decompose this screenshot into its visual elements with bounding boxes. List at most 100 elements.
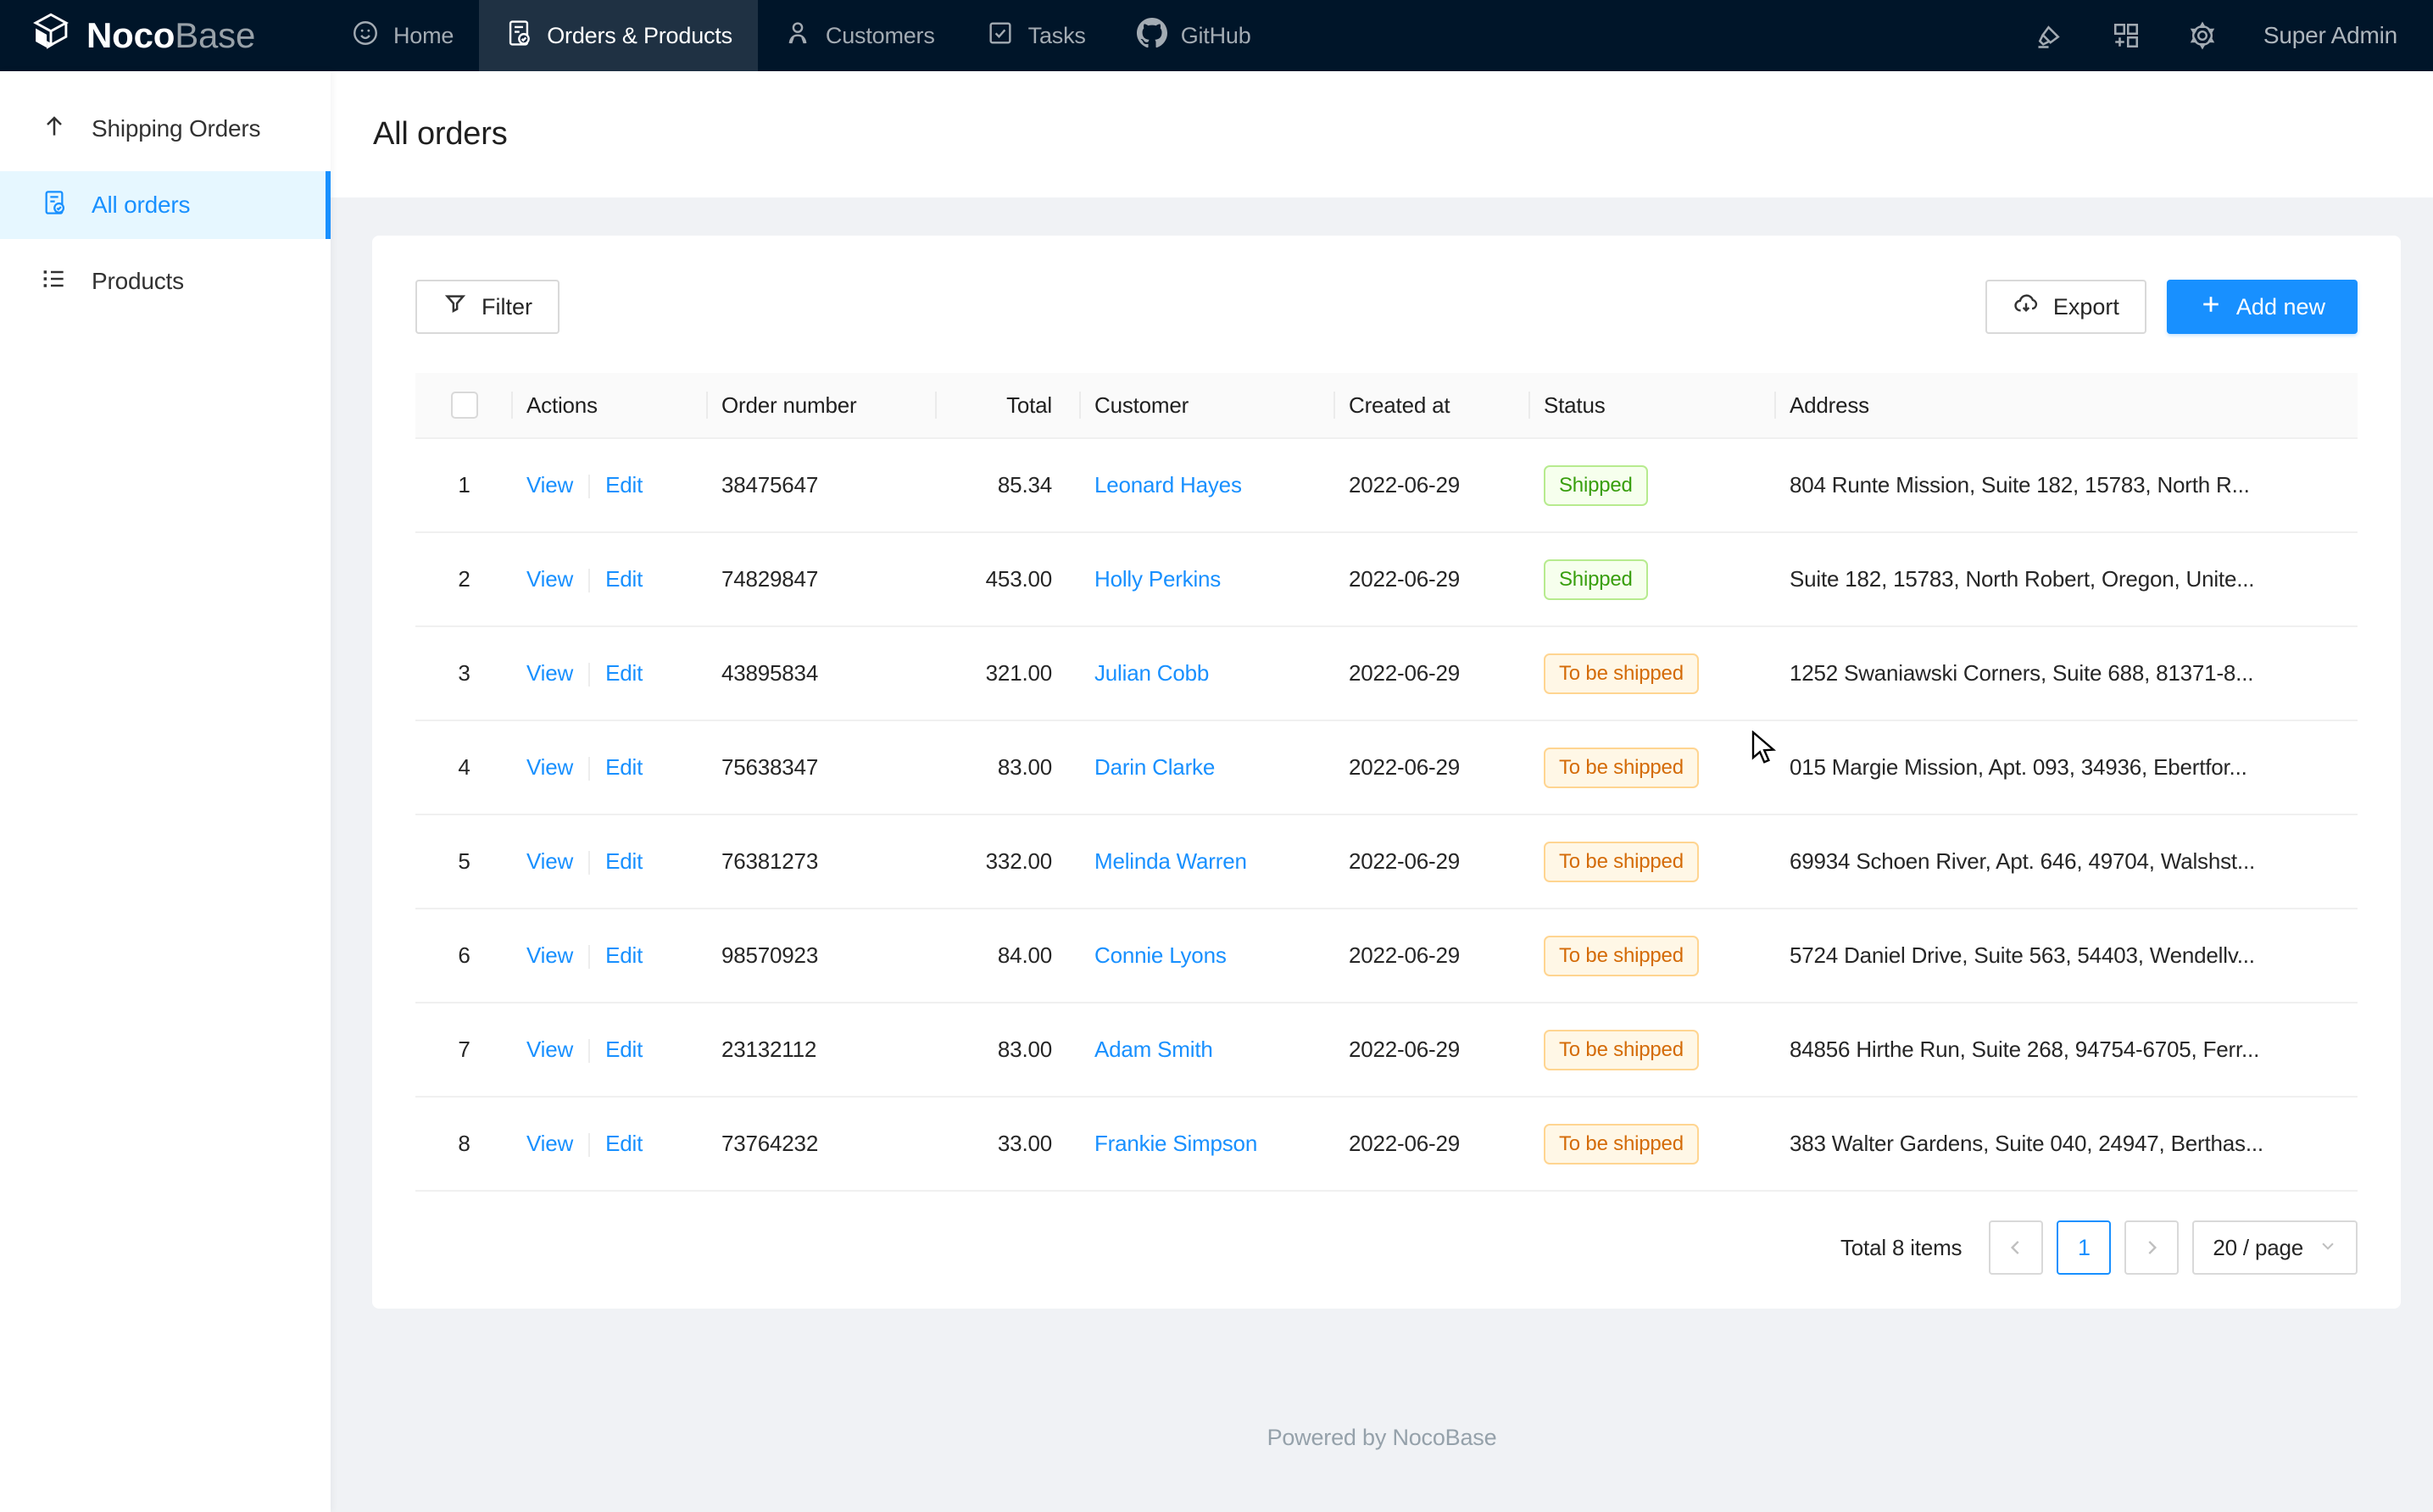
view-link[interactable]: View xyxy=(526,660,573,686)
chevron-down-icon xyxy=(2319,1235,2337,1261)
filter-button[interactable]: Filter xyxy=(415,280,560,334)
view-link[interactable]: View xyxy=(526,472,573,498)
highlighter-icon[interactable] xyxy=(2035,20,2065,51)
page-size-select[interactable]: 20 / page xyxy=(2192,1220,2358,1275)
column-header-address: Address xyxy=(1776,373,2358,437)
nav-tab-label: Home xyxy=(393,23,454,49)
table-row: 2 View Edit 74829847 453.00 Holly Perkins… xyxy=(415,533,2358,627)
row-index: 6 xyxy=(415,942,513,969)
nocobase-logo[interactable]: NocoBase xyxy=(0,0,326,71)
edit-link[interactable]: Edit xyxy=(605,660,643,686)
user-icon xyxy=(783,19,812,53)
edit-link[interactable]: Edit xyxy=(605,754,643,780)
table-header: Actions Order number Total Customer Crea… xyxy=(415,373,2358,439)
cloud-download-icon xyxy=(2013,291,2040,324)
settings-icon[interactable] xyxy=(2187,20,2218,51)
select-all-checkbox[interactable] xyxy=(451,392,478,419)
nav-tab-home[interactable]: Home xyxy=(326,0,479,71)
order-number: 75638347 xyxy=(708,754,937,781)
powered-by: Powered by NocoBase xyxy=(331,1425,2433,1451)
edit-link[interactable]: Edit xyxy=(605,942,643,968)
nav-tab-customers[interactable]: Customers xyxy=(758,0,960,71)
address: 1252 Swaniawski Corners, Suite 688, 8137… xyxy=(1776,660,2358,687)
status-badge: To be shipped xyxy=(1544,748,1699,788)
edit-link[interactable]: Edit xyxy=(605,472,643,498)
divider xyxy=(588,1039,590,1063)
edit-link[interactable]: Edit xyxy=(605,1131,643,1156)
user-menu[interactable]: Super Admin xyxy=(2263,22,2397,49)
customer-link[interactable]: Darin Clarke xyxy=(1094,754,1215,780)
nav-tab-github[interactable]: GitHub xyxy=(1111,0,1277,71)
customer-link[interactable]: Adam Smith xyxy=(1094,1037,1213,1062)
nav-tab-orders-products[interactable]: Orders & Products xyxy=(479,0,758,71)
edit-link[interactable]: Edit xyxy=(605,1037,643,1062)
created-at: 2022-06-29 xyxy=(1335,1037,1530,1063)
sidebar-item-products[interactable]: Products xyxy=(0,247,331,315)
customer-link[interactable]: Leonard Hayes xyxy=(1094,472,1242,498)
status-badge: To be shipped xyxy=(1544,1030,1699,1070)
nocobase-cube-icon xyxy=(29,12,73,60)
view-link[interactable]: View xyxy=(526,1131,573,1156)
pagination-total: Total 8 items xyxy=(1840,1235,1962,1261)
pagination-next-button[interactable] xyxy=(2124,1220,2179,1275)
row-index: 1 xyxy=(415,472,513,498)
row-index: 2 xyxy=(415,566,513,592)
order-total: 84.00 xyxy=(937,942,1081,969)
status-badge: Shipped xyxy=(1544,559,1648,600)
divider xyxy=(588,569,590,592)
view-link[interactable]: View xyxy=(526,942,573,968)
list-icon xyxy=(41,265,68,298)
order-number: 76381273 xyxy=(708,848,937,875)
table-row: 1 ViewEdit 38475647 85.34 Leonard Hayes … xyxy=(415,439,2358,533)
nav-tab-tasks[interactable]: Tasks xyxy=(960,0,1111,71)
status-badge: Shipped xyxy=(1544,465,1648,506)
order-total: 332.00 xyxy=(937,848,1081,875)
order-total: 85.34 xyxy=(937,472,1081,498)
view-link[interactable]: View xyxy=(526,566,573,592)
top-nav: NocoBase Home xyxy=(0,0,2433,71)
appstore-add-icon[interactable] xyxy=(2111,20,2141,51)
divider xyxy=(588,851,590,875)
divider xyxy=(588,1133,590,1157)
pagination-prev-button[interactable] xyxy=(1989,1220,2043,1275)
created-at: 2022-06-29 xyxy=(1335,754,1530,781)
created-at: 2022-06-29 xyxy=(1335,566,1530,592)
row-index: 8 xyxy=(415,1131,513,1157)
nav-tab-label: Tasks xyxy=(1028,23,1086,49)
divider xyxy=(588,663,590,687)
sidebar-item-shipping-orders[interactable]: Shipping Orders xyxy=(0,95,331,163)
customer-link[interactable]: Holly Perkins xyxy=(1094,566,1221,592)
customer-link[interactable]: Melinda Warren xyxy=(1094,848,1247,874)
add-new-button[interactable]: Add new xyxy=(2167,280,2358,334)
row-index: 3 xyxy=(415,660,513,687)
divider xyxy=(588,945,590,969)
status-badge: To be shipped xyxy=(1544,936,1699,976)
customer-link[interactable]: Julian Cobb xyxy=(1094,660,1209,686)
sidebar-item-all-orders[interactable]: All orders xyxy=(0,171,331,239)
customer-link[interactable]: Connie Lyons xyxy=(1094,942,1227,968)
table-row: 4 ViewEdit 75638347 83.00 Darin Clarke 2… xyxy=(415,721,2358,815)
status-badge: To be shipped xyxy=(1544,842,1699,882)
view-link[interactable]: View xyxy=(526,1037,573,1062)
file-check-icon xyxy=(41,189,68,222)
plus-icon xyxy=(2199,292,2223,322)
created-at: 2022-06-29 xyxy=(1335,848,1530,875)
view-link[interactable]: View xyxy=(526,848,573,874)
nav-actions: Super Admin xyxy=(2035,0,2433,71)
order-total: 453.00 xyxy=(937,566,1081,592)
edit-link[interactable]: Edit xyxy=(605,848,643,874)
customer-link[interactable]: Frankie Simpson xyxy=(1094,1131,1257,1156)
sidebar-item-label: Products xyxy=(92,268,184,295)
address: 804 Runte Mission, Suite 182, 15783, Nor… xyxy=(1776,472,2358,498)
toolbar: Filter Export xyxy=(415,280,2358,334)
export-button[interactable]: Export xyxy=(1985,280,2146,334)
column-header-created-at: Created at xyxy=(1335,373,1530,437)
edit-link[interactable]: Edit xyxy=(605,566,643,592)
order-number: 74829847 xyxy=(708,566,937,592)
check-square-icon xyxy=(986,19,1015,53)
column-header-actions: Actions xyxy=(513,373,708,437)
file-check-icon xyxy=(504,19,533,53)
pagination-page-1[interactable]: 1 xyxy=(2057,1220,2111,1275)
smiley-icon xyxy=(351,19,380,53)
view-link[interactable]: View xyxy=(526,754,573,780)
